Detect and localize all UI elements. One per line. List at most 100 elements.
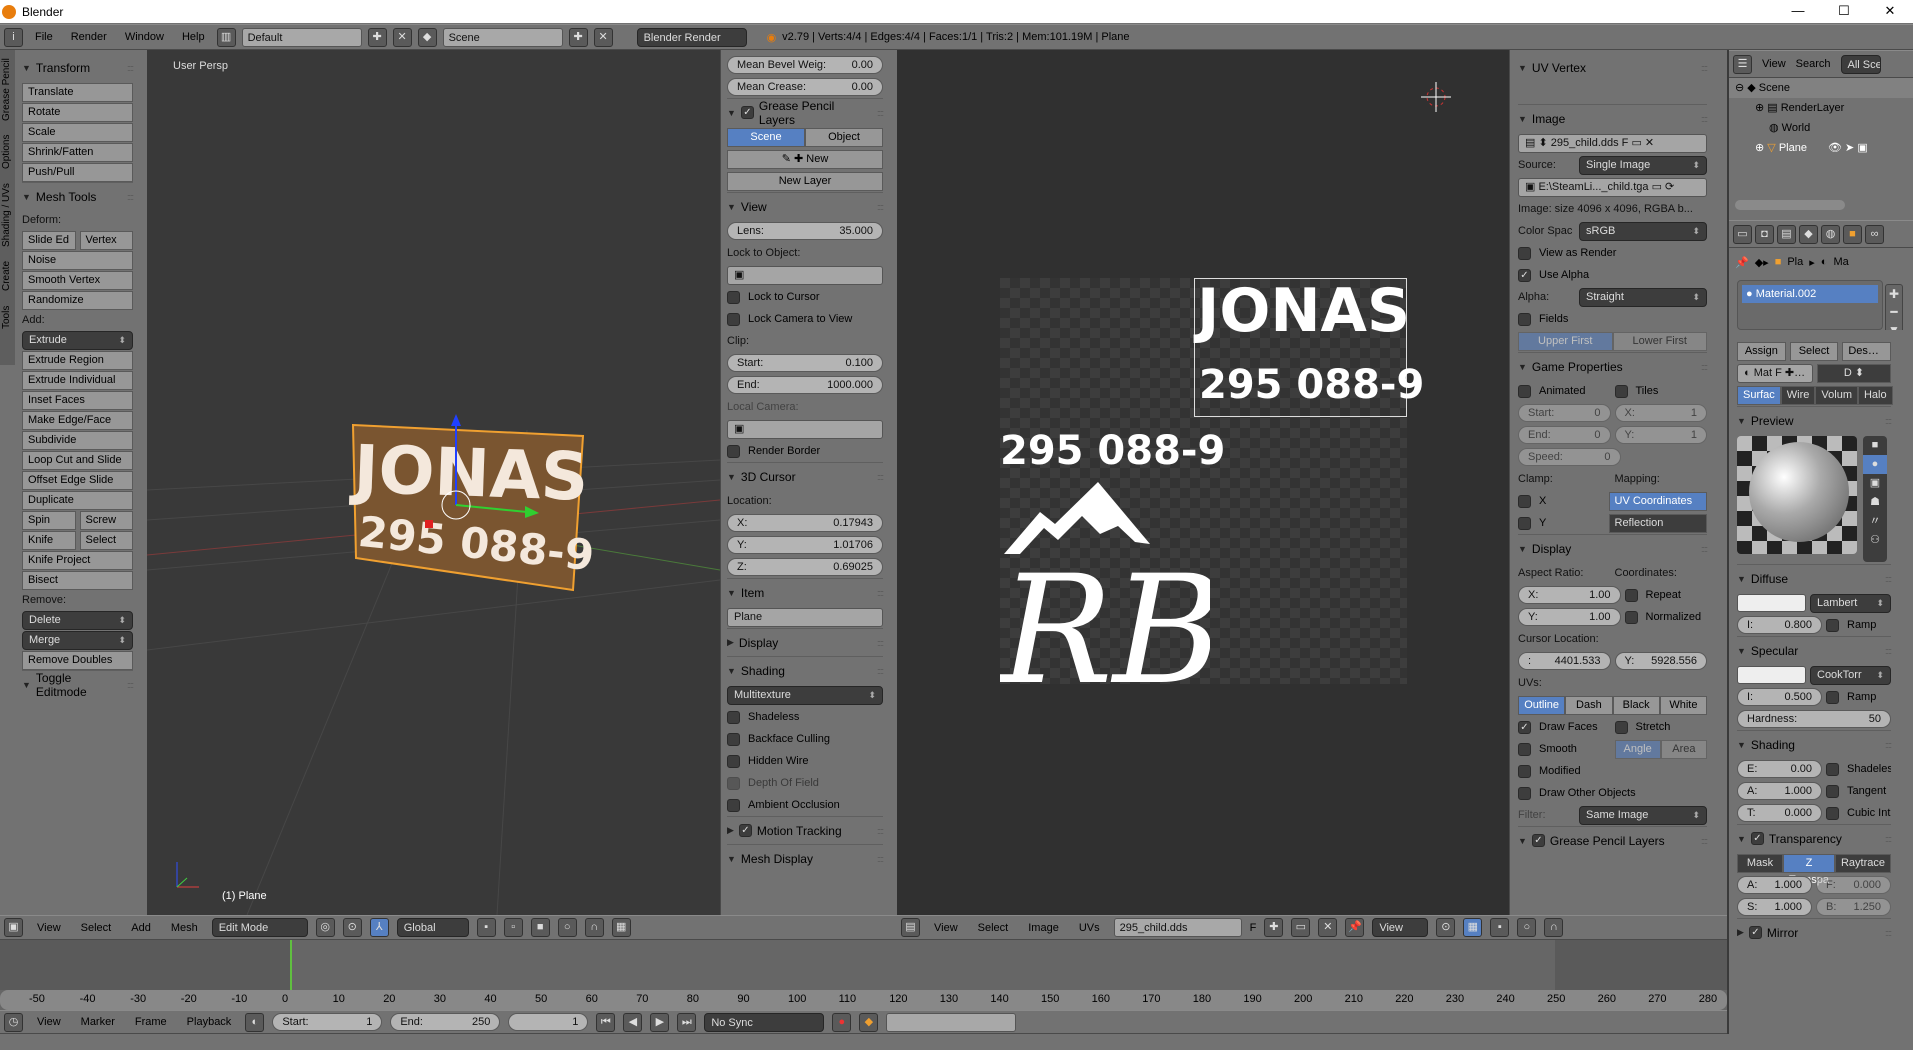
panel-header-mirror[interactable]: ▶ ✓ Mirror::::: [1737, 918, 1892, 946]
vertex-select-icon[interactable]: ▪: [476, 918, 496, 937]
item-number-field[interactable]: : 4401.533: [1518, 652, 1611, 670]
drag-grip-icon[interactable]: ::::: [877, 666, 884, 676]
drag-grip-icon[interactable]: ::::: [127, 63, 134, 73]
unlink-image-icon[interactable]: ✕: [1318, 918, 1338, 937]
mean-crease-number-field[interactable]: Mean Crease: 0.00: [727, 78, 883, 96]
noise-button[interactable]: Noise: [22, 250, 133, 270]
drag-grip-icon[interactable]: ::::: [877, 826, 884, 836]
ambient-occlusion-checkbox[interactable]: Ambient Occlusion: [727, 798, 883, 812]
y-number-field[interactable]: Y: 1: [1614, 426, 1707, 444]
screw-button[interactable]: Screw: [79, 510, 133, 530]
shadeles-checkbox[interactable]: Shadeles: [1826, 762, 1891, 776]
checkbox-box[interactable]: [1826, 784, 1839, 798]
same-image-dropdown[interactable]: Same Image: [1579, 805, 1707, 825]
checkbox-box[interactable]: [727, 290, 740, 304]
uv-mode-select[interactable]: View: [1372, 918, 1429, 937]
add-scene-icon[interactable]: ✚: [568, 27, 588, 47]
uv-menu-image[interactable]: Image: [1022, 922, 1065, 934]
render-border-checkbox[interactable]: Render Border: [727, 444, 883, 458]
i-number-field[interactable]: I: 0.800: [1737, 616, 1822, 634]
drag-grip-icon[interactable]: ::::: [1885, 574, 1892, 584]
tab-z-transpa[interactable]: Z Transpa: [1783, 853, 1835, 886]
checkbox-box[interactable]: ✓: [1518, 720, 1531, 734]
checkbox-box[interactable]: [1624, 610, 1638, 624]
lock-camera-to-view-checkbox[interactable]: Lock Camera to View: [727, 312, 883, 326]
face-select-icon[interactable]: ■: [530, 918, 550, 937]
draw-faces-checkbox[interactable]: ✓ Draw Faces: [1518, 720, 1611, 734]
start-number-field[interactable]: Start: 0: [1518, 404, 1611, 422]
field-plane[interactable]: Plane: [727, 607, 883, 627]
material-slot-list[interactable]: ● Material.002: [1737, 280, 1883, 330]
sync-select-icon[interactable]: ▦: [1463, 918, 1483, 937]
tree-item-scene[interactable]: ⊖ ◆ Scene: [1729, 78, 1913, 98]
drag-grip-icon[interactable]: ::::: [1701, 544, 1708, 554]
x-checkbox[interactable]: X: [1518, 494, 1605, 508]
push-pull-button[interactable]: Push/Pull: [22, 162, 133, 182]
pin-icon[interactable]: 📌: [1345, 918, 1365, 937]
panel-header-grease-pencil-layers[interactable]: ▼ ✓ Grease Pencil Layers::::: [1518, 826, 1708, 854]
single-image-dropdown[interactable]: Single Image: [1579, 155, 1707, 175]
scale-button[interactable]: Scale: [22, 122, 133, 142]
multitexture-dropdown[interactable]: Multitexture: [727, 685, 883, 705]
checkbox-box[interactable]: [1518, 742, 1531, 756]
layers-tab-icon[interactable]: ▤: [1777, 224, 1796, 244]
tab-wire[interactable]: Wire: [1780, 385, 1816, 405]
spin-button[interactable]: Spin: [22, 510, 76, 530]
preview-range-icon[interactable]: ◐: [245, 1012, 265, 1032]
side-tab-tools[interactable]: Tools: [1, 305, 12, 328]
checkbox-box[interactable]: [1826, 618, 1839, 632]
tab-white[interactable]: White: [1659, 695, 1707, 715]
offset-edge-slide-button[interactable]: Offset Edge Slide: [22, 470, 133, 490]
mode-select[interactable]: Edit Mode: [211, 918, 308, 937]
cubic-int-checkbox[interactable]: Cubic Int: [1826, 806, 1891, 820]
panel-header-display[interactable]: ▶ Display::::: [727, 628, 884, 656]
pivot-icon[interactable]: ⊙: [1436, 918, 1456, 937]
snap-icon[interactable]: ∩: [584, 918, 604, 937]
editor-type-icon[interactable]: ▣: [4, 918, 23, 937]
shrink-fatten-button[interactable]: Shrink/Fatten: [22, 142, 133, 162]
field-item[interactable]: ▣: [727, 419, 883, 439]
panel-header-specular[interactable]: ▼ Specular::::: [1737, 636, 1892, 664]
drag-grip-icon[interactable]: ::::: [877, 638, 884, 648]
straight-dropdown[interactable]: Straight: [1579, 287, 1707, 307]
view-as-render-checkbox[interactable]: View as Render: [1518, 246, 1707, 260]
tab-halo[interactable]: Halo: [1857, 385, 1893, 405]
render-icon[interactable]: ▦: [611, 918, 631, 937]
fake-user-button[interactable]: F: [1250, 922, 1257, 934]
slide-ed-button[interactable]: Slide Ed: [22, 230, 76, 250]
checkbox-box[interactable]: [1518, 516, 1531, 530]
s-number-field[interactable]: S: 1.000: [1737, 898, 1812, 916]
tree-item-plane[interactable]: ⊕ ▽ Plane 👁 ➤ ▣: [1729, 138, 1913, 158]
editor-type-icon[interactable]: ◷: [4, 1012, 23, 1032]
randomize-button[interactable]: Randomize: [22, 290, 133, 310]
panel-header-game-properties[interactable]: ▼ Game Properties::::: [1518, 352, 1708, 380]
drag-grip-icon[interactable]: ::::: [127, 680, 134, 690]
bisect-button[interactable]: Bisect: [22, 570, 133, 590]
depth-of-field-checkbox[interactable]: Depth Of Field: [727, 776, 883, 790]
menu-mesh[interactable]: Mesh: [165, 922, 204, 934]
stretch-checkbox[interactable]: Stretch: [1614, 720, 1708, 734]
panel-header-image[interactable]: ▼ Image::::: [1518, 104, 1708, 132]
remove-layout-icon[interactable]: ✕: [392, 27, 412, 47]
y-number-field[interactable]: Y: 1.00: [1518, 608, 1621, 626]
z-number-field[interactable]: Z: 0.69025: [727, 558, 883, 576]
jump-end-icon[interactable]: ⏭: [677, 1012, 697, 1032]
select-button[interactable]: Select: [79, 530, 133, 550]
side-tab-options[interactable]: Options: [1, 135, 12, 169]
snap-icon[interactable]: ∩: [1544, 918, 1564, 937]
panel-header-mesh-tools[interactable]: ▼ Mesh Tools::::: [22, 182, 134, 210]
extrude-dropdown[interactable]: Extrude: [22, 330, 133, 350]
panel-header-preview[interactable]: ▼ Preview::::: [1737, 406, 1892, 434]
keyframe-icon[interactable]: ◆: [859, 1012, 879, 1032]
timeline-menu-playback[interactable]: Playback: [181, 1016, 238, 1028]
play-reverse-icon[interactable]: ◀: [623, 1012, 643, 1032]
knife-project-button[interactable]: Knife Project: [22, 550, 133, 570]
extrude-individual-button[interactable]: Extrude Individual: [22, 370, 133, 390]
2d-cursor-icon[interactable]: [1421, 82, 1451, 112]
panel-header-view[interactable]: ▼ View::::: [727, 192, 884, 220]
x-number-field[interactable]: X: 1.00: [1518, 586, 1621, 604]
fields-checkbox[interactable]: Fields: [1518, 312, 1707, 326]
hardness-number-field[interactable]: Hardness: 50: [1737, 710, 1891, 728]
panel-header-transparency[interactable]: ▼ ✓ Transparency::::: [1737, 824, 1892, 852]
panel-header-motion-tracking[interactable]: ▶ ✓ Motion Tracking::::: [727, 816, 884, 844]
